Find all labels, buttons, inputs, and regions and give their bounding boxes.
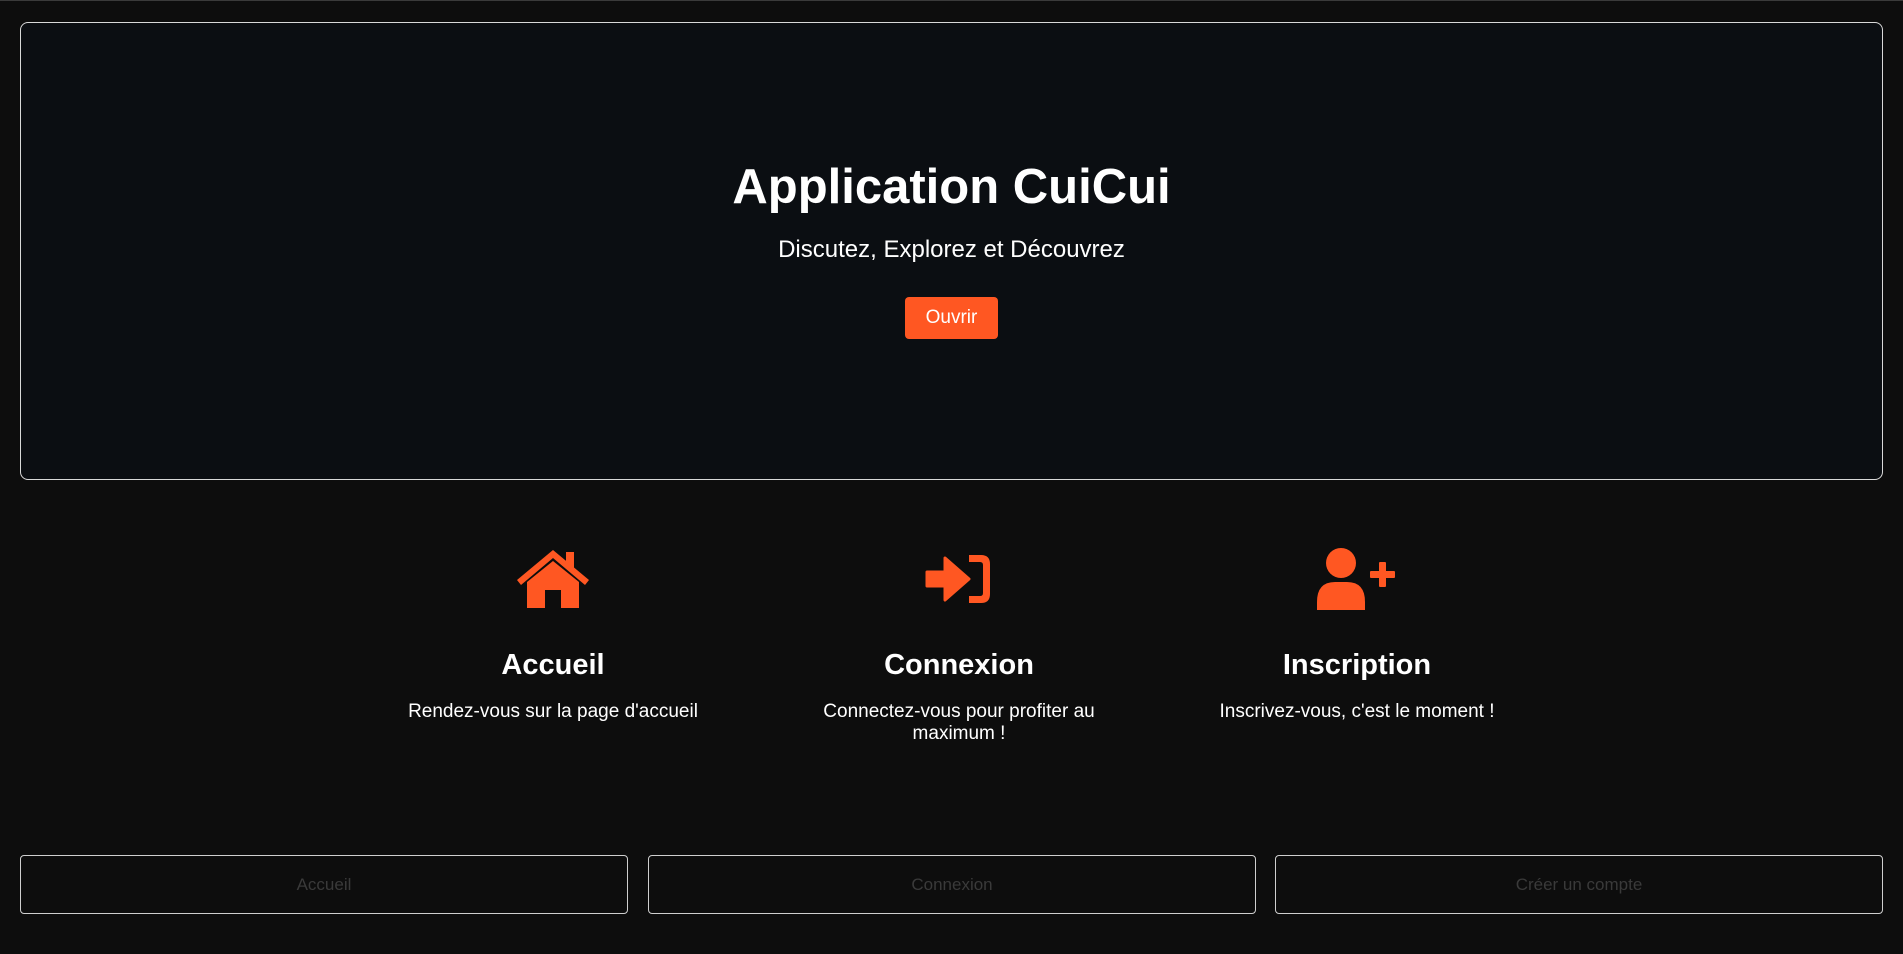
open-button[interactable]: Ouvrir bbox=[905, 296, 998, 339]
features-section: Accueil Rendez-vous sur la page d'accuei… bbox=[0, 541, 1903, 791]
feature-connexion: Connexion Connectez-vous pour profiter a… bbox=[799, 541, 1119, 745]
user-plus-icon bbox=[1312, 541, 1402, 617]
nav-create-account-button[interactable]: Créer un compte bbox=[1275, 855, 1883, 914]
nav-accueil-button[interactable]: Accueil bbox=[20, 855, 628, 914]
hero-subtitle: Discutez, Explorez et Découvrez bbox=[778, 236, 1125, 264]
feature-description: Connectez-vous pour profiter au maximum … bbox=[823, 701, 1095, 744]
hero-panel: Application CuiCui Discutez, Explorez et… bbox=[20, 22, 1883, 480]
feature-inscription: Inscription Inscrivez-vous, c'est le mom… bbox=[1197, 541, 1517, 723]
home-icon bbox=[508, 541, 598, 617]
sign-in-icon bbox=[914, 541, 1004, 617]
feature-title: Accueil bbox=[501, 649, 605, 681]
feature-description: Inscrivez-vous, c'est le moment ! bbox=[1219, 701, 1495, 722]
page-title: Application CuiCui bbox=[732, 160, 1171, 215]
nav-connexion-button[interactable]: Connexion bbox=[648, 855, 1256, 914]
page: Application CuiCui Discutez, Explorez et… bbox=[0, 0, 1903, 954]
feature-description: Rendez-vous sur la page d'accueil bbox=[408, 701, 698, 722]
bottom-nav: Accueil Connexion Créer un compte bbox=[20, 855, 1883, 914]
feature-title: Inscription bbox=[1282, 649, 1432, 681]
feature-title: Connexion bbox=[884, 649, 1034, 681]
feature-accueil: Accueil Rendez-vous sur la page d'accuei… bbox=[393, 541, 713, 723]
